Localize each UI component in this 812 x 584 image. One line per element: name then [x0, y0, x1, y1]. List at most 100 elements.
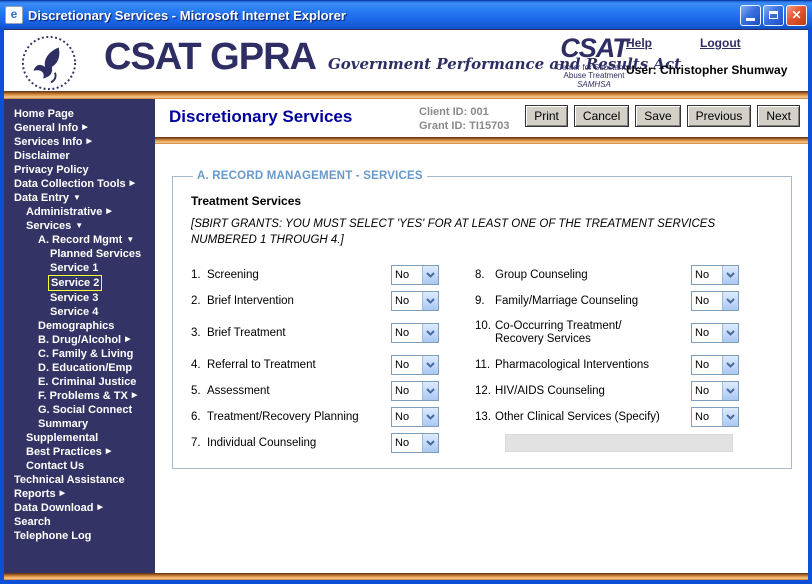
select-screening[interactable]: No: [391, 265, 439, 285]
sidebar-item-label: Contact Us: [24, 459, 86, 473]
specify-cell: [475, 434, 739, 452]
sidebar-item-label: E. Criminal Justice: [36, 375, 138, 389]
sidebar-item-d-education-emp[interactable]: D. Education/Emp: [4, 361, 155, 375]
sidebar-item-general-info[interactable]: General Info▶: [4, 121, 155, 135]
select-family-marriage-counseling[interactable]: No: [691, 291, 739, 311]
select-value: No: [392, 269, 422, 281]
logout-link[interactable]: Logout: [700, 36, 741, 50]
select-referral-to-treatment[interactable]: No: [391, 355, 439, 375]
select-value: No: [692, 269, 722, 281]
sidebar-item-a-record-mgmt[interactable]: A. Record Mgmt▼: [4, 233, 155, 247]
select-group-counseling[interactable]: No: [691, 265, 739, 285]
save-button[interactable]: Save: [635, 105, 680, 127]
sidebar-item-f-problems-tx[interactable]: F. Problems & TX▶: [4, 389, 155, 403]
service-name: Group Counseling: [495, 269, 588, 282]
sidebar-item-summary[interactable]: Summary: [4, 417, 155, 431]
sidebar-item-services[interactable]: Services▼: [4, 219, 155, 233]
sidebar-item-administrative[interactable]: Administrative▶: [4, 205, 155, 219]
select-value: No: [392, 295, 422, 307]
titlebar: e Discretionary Services - Microsoft Int…: [0, 0, 812, 29]
chevron-down-icon: ▼: [75, 219, 83, 233]
chevron-down-icon: [422, 292, 438, 310]
sidebar-item-label: Demographics: [36, 319, 116, 333]
sidebar-item-contact-us[interactable]: Contact Us: [4, 459, 155, 473]
help-link[interactable]: Help: [626, 36, 652, 50]
chevron-right-icon: ▶: [97, 501, 102, 515]
select-individual-counseling[interactable]: No: [391, 433, 439, 453]
sidebar-item-label: Planned Services: [48, 247, 143, 261]
form-row: 3.Brief TreatmentNo10.Co-Occurring Treat…: [191, 314, 777, 352]
record-management-fieldset: A. RECORD MANAGEMENT - SERVICES Treatmen…: [172, 170, 792, 469]
service-label: 10.Co-Occurring Treatment/ Recovery Serv…: [475, 320, 691, 346]
close-button[interactable]: ✕: [786, 5, 807, 26]
select-brief-treatment[interactable]: No: [391, 323, 439, 343]
sidebar-item-services-info[interactable]: Services Info▶: [4, 135, 155, 149]
service-name: Assessment: [207, 385, 270, 398]
minimize-button[interactable]: [740, 5, 761, 26]
select-assessment[interactable]: No: [391, 381, 439, 401]
select-pharmacological-interventions[interactable]: No: [691, 355, 739, 375]
service-name: Treatment/Recovery Planning: [207, 411, 359, 424]
sidebar-item-service-4[interactable]: Service 4: [4, 305, 155, 319]
service-number: 10.: [475, 320, 495, 346]
previous-button[interactable]: Previous: [687, 105, 752, 127]
service-label: 6.Treatment/Recovery Planning: [191, 411, 391, 424]
minimize-icon: [746, 18, 755, 21]
sidebar-item-demographics[interactable]: Demographics: [4, 319, 155, 333]
sidebar-item-label: A. Record Mgmt: [36, 233, 124, 247]
select-co-occurring-treatment[interactable]: No: [691, 323, 739, 343]
sidebar-item-label: Service 2: [48, 275, 102, 291]
chevron-down-icon: [422, 434, 438, 452]
sidebar-item-label: Privacy Policy: [12, 163, 91, 177]
select-other-clinical-services-specify[interactable]: No: [691, 407, 739, 427]
sidebar-item-supplemental[interactable]: Supplemental: [4, 431, 155, 445]
sidebar-item-e-criminal-justice[interactable]: E. Criminal Justice: [4, 375, 155, 389]
sidebar-item-privacy-policy[interactable]: Privacy Policy: [4, 163, 155, 177]
chevron-down-icon: ▼: [126, 233, 134, 247]
service-number: 4.: [191, 359, 207, 372]
sidebar-item-home-page[interactable]: Home Page: [4, 107, 155, 121]
sidebar-item-c-family-living[interactable]: C. Family & Living: [4, 347, 155, 361]
page-title: Discretionary Services: [169, 107, 352, 127]
sidebar-item-g-social-connect[interactable]: G. Social Connect: [4, 403, 155, 417]
select-hiv-aids-counseling[interactable]: No: [691, 381, 739, 401]
browser-content: CSAT GPRA Government Performance and Res…: [0, 29, 812, 584]
form-row: 4.Referral to TreatmentNo11.Pharmacologi…: [191, 352, 777, 378]
sidebar-item-label: C. Family & Living: [36, 347, 135, 361]
sidebar-nav: Home PageGeneral Info▶Services Info▶Disc…: [4, 99, 155, 573]
sidebar-item-best-practices[interactable]: Best Practices▶: [4, 445, 155, 459]
sidebar-item-service-3[interactable]: Service 3: [4, 291, 155, 305]
service-number: 13.: [475, 411, 495, 424]
select-brief-intervention[interactable]: No: [391, 291, 439, 311]
sidebar-item-label: Services Info: [12, 135, 84, 149]
sidebar-item-technical-assistance[interactable]: Technical Assistance: [4, 473, 155, 487]
sbirt-note: [SBIRT GRANTS: YOU MUST SELECT 'YES' FOR…: [191, 216, 777, 248]
sidebar-item-data-entry[interactable]: Data Entry▼: [4, 191, 155, 205]
sidebar-item-planned-services[interactable]: Planned Services: [4, 247, 155, 261]
sidebar-item-b-drug-alcohol[interactable]: B. Drug/Alcohol▶: [4, 333, 155, 347]
other-clinical-specify-input[interactable]: [505, 434, 733, 452]
cancel-button[interactable]: Cancel: [574, 105, 629, 127]
main-region: Home PageGeneral Info▶Services Info▶Disc…: [4, 99, 808, 573]
service-label: 13.Other Clinical Services (Specify): [475, 411, 691, 424]
service-number: 7.: [191, 437, 207, 450]
sidebar-item-service-1[interactable]: Service 1: [4, 261, 155, 275]
sidebar-item-telephone-log[interactable]: Telephone Log: [4, 529, 155, 543]
service-label: 3.Brief Treatment: [191, 327, 391, 340]
sidebar-item-reports[interactable]: Reports▶: [4, 487, 155, 501]
sidebar-item-search[interactable]: Search: [4, 515, 155, 529]
treatment-services-heading: Treatment Services: [191, 194, 777, 208]
select-treatment-recovery-planning[interactable]: No: [391, 407, 439, 427]
service-label: 4.Referral to Treatment: [191, 359, 391, 372]
sidebar-item-data-collection-tools[interactable]: Data Collection Tools▶: [4, 177, 155, 191]
form-row: 2.Brief InterventionNo9.Family/Marriage …: [191, 288, 777, 314]
sidebar-item-label: Service 1: [48, 261, 100, 275]
next-button[interactable]: Next: [757, 105, 800, 127]
sidebar-item-data-download[interactable]: Data Download▶: [4, 501, 155, 515]
sidebar-item-label: Data Entry: [12, 191, 71, 205]
maximize-button[interactable]: [763, 5, 784, 26]
service-name: Brief Intervention: [207, 295, 294, 308]
print-button[interactable]: Print: [525, 105, 568, 127]
sidebar-item-disclaimer[interactable]: Disclaimer: [4, 149, 155, 163]
sidebar-item-service-2[interactable]: Service 2: [4, 275, 155, 291]
